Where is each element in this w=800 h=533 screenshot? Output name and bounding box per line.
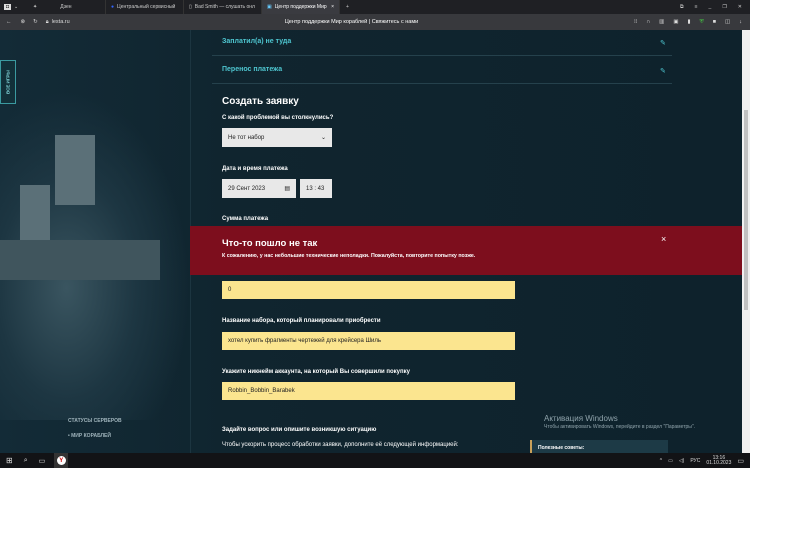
yandex-browser-icon[interactable]: Y <box>54 453 69 468</box>
scrollbar-thumb[interactable] <box>744 110 748 310</box>
extension-icon[interactable]: ⛨ <box>700 19 704 26</box>
time-input[interactable]: 13 : 43 <box>300 179 332 198</box>
restore-icon[interactable]: ❐ <box>722 4 726 10</box>
profile-icon[interactable]: ◘ <box>4 4 12 10</box>
browser-menu[interactable]: ◘ ⌄ <box>0 4 28 10</box>
back-icon[interactable]: ← <box>6 19 12 25</box>
new-tab-button[interactable]: + <box>340 4 355 10</box>
url-field[interactable]: lesta.ru <box>52 19 70 25</box>
topic-transfer-payment[interactable]: Перенос платежа <box>222 66 282 73</box>
bundle-label: Название набора, который планировали при… <box>222 318 381 324</box>
divider <box>212 83 672 84</box>
menu-icon[interactable]: ≡ <box>695 4 698 10</box>
amount-input[interactable]: 0 <box>222 281 515 299</box>
close-window-icon[interactable]: ✕ <box>738 4 742 10</box>
close-icon[interactable]: × <box>661 234 666 244</box>
task-view-icon[interactable]: ▭ <box>39 457 46 465</box>
divider <box>212 55 672 56</box>
wallet-icon[interactable]: ■ <box>713 19 716 26</box>
notifications-icon[interactable]: ▭ <box>737 457 744 465</box>
windows-start-icon[interactable]: ⊞ <box>6 456 13 465</box>
tray-chevron-icon[interactable]: ^ <box>660 458 662 464</box>
screen: ◘ ⌄ ✦ Дзен ● Центральный сервисный ▯ Bad Smi… <box>0 0 750 468</box>
tab-dzen[interactable]: ✦ Дзен <box>28 0 106 14</box>
nickname-input[interactable]: Robbin_Bobbin_Barabek <box>222 382 515 400</box>
download-icon[interactable]: ↓ <box>739 19 742 26</box>
apps-icon[interactable]: ⁞⁞ <box>634 19 637 26</box>
page-title: Центр поддержки Мир кораблей | Свяжитесь… <box>284 19 419 25</box>
collections-icon[interactable]: ⧉ <box>680 4 684 10</box>
bookmark-icon[interactable]: ▮ <box>688 19 691 26</box>
tab-music[interactable]: ▯ Bad Smith — слушать онл <box>184 0 262 14</box>
nickname-label: Укажите никнейм аккаунта, на который Вы … <box>222 369 410 375</box>
address-bar: ← ⊗ ↻ 🔒︎ lesta.ru Центр поддержки Мир ко… <box>0 14 750 30</box>
server-status-heading: СТАТУСЫ СЕРВЕРОВ <box>68 418 122 424</box>
windows-activation-watermark: Активация Windows Чтобы активировать Win… <box>544 414 696 430</box>
all-games-tab[interactable]: ВСЕ ИГРЫ <box>0 60 16 104</box>
pencil-icon[interactable]: ✎ <box>660 39 666 47</box>
taskbar: ⊞ ⌕ ▭ Y ^ ▭ ◁) РУС 13:16 01.10.2023 ▭ <box>0 453 750 468</box>
page-icon: ▯ <box>189 4 192 10</box>
topic-wrong-recipient[interactable]: Заплатил(а) не туда <box>222 38 291 45</box>
site-icon: ● <box>111 4 115 10</box>
reader-icon[interactable]: ▥ <box>659 19 664 26</box>
error-message: К сожалению, у нас небольшие технические… <box>222 253 476 259</box>
minimize-icon[interactable]: _ <box>709 4 712 10</box>
reload-icon[interactable]: ↻ <box>33 19 38 25</box>
question-hint: Чтобы ускорить процесс обработки заявки,… <box>222 442 459 448</box>
lock-icon: 🔒︎ <box>45 18 49 25</box>
screenshot-icon[interactable]: ▣ <box>673 19 678 26</box>
search-icon[interactable]: ⌕ <box>24 457 28 465</box>
chevron-down-icon[interactable]: ⌄ <box>14 4 18 10</box>
error-title: Что-то пошло не так <box>222 238 318 249</box>
lesta-icon: ▣ <box>267 4 272 10</box>
form-title: Создать заявку <box>222 96 299 107</box>
amount-label: Сумма платежа <box>222 216 269 222</box>
downloads-panel-icon[interactable]: ◫ <box>725 19 730 26</box>
tab-bar: ◘ ⌄ ✦ Дзен ● Центральный сервисный ▯ Bad Smi… <box>0 0 750 14</box>
headphones-icon[interactable]: ∩ <box>646 19 650 26</box>
tips-panel: Полезные советы: <box>530 440 668 454</box>
pencil-icon[interactable]: ✎ <box>660 67 666 75</box>
network-icon[interactable]: ▭ <box>668 458 673 464</box>
clock[interactable]: 13:16 01.10.2023 <box>706 455 731 466</box>
volume-icon[interactable]: ◁) <box>679 458 685 464</box>
question-label: Задайте вопрос или опишите возникшую сит… <box>222 427 377 433</box>
ship-background-image <box>0 90 190 420</box>
close-tab-icon[interactable]: × <box>331 4 334 10</box>
chevron-down-icon: ⌄ <box>320 135 326 141</box>
error-banner: Что-то пошло не так К сожалению, у нас н… <box>190 226 745 275</box>
problem-label: С какой проблемой вы столкнулись? <box>222 115 334 121</box>
stop-icon[interactable]: ⊗ <box>21 19 26 25</box>
tab-service[interactable]: ● Центральный сервисный <box>106 0 184 14</box>
bundle-input[interactable]: хотел купить фрагменты чертежей для крей… <box>222 332 515 350</box>
scrollbar[interactable] <box>742 30 750 453</box>
problem-select[interactable]: Не тот набор ⌄ <box>222 128 332 147</box>
datetime-label: Дата и время платежа <box>222 166 288 172</box>
language-indicator[interactable]: РУС <box>690 458 700 464</box>
tab-support[interactable]: ▣ Центр поддержки Мир × <box>262 0 340 14</box>
dzen-icon: ✦ <box>33 4 38 10</box>
calendar-icon: ▤ <box>284 186 290 192</box>
server-status-item[interactable]: • МИР КОРАБЛЕЙ <box>68 433 111 439</box>
date-input[interactable]: 29 Сент 2023 ▤ <box>222 179 296 198</box>
